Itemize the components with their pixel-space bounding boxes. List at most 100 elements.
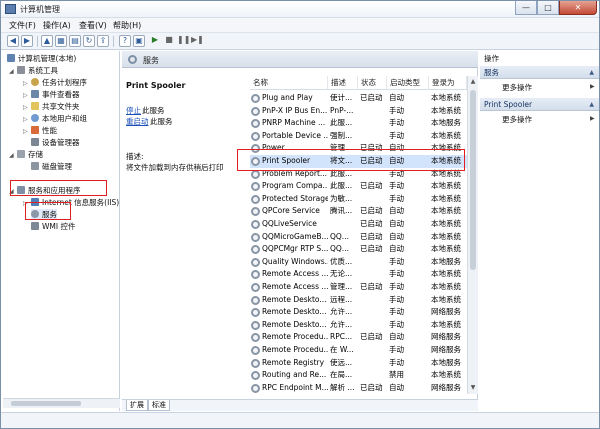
menu-view[interactable]: 查看(V)	[79, 20, 107, 31]
table-row[interactable]: QQMicroGameB... QQ... 已启动 自动 本地系统	[250, 231, 478, 244]
table-row[interactable]: QQPCMgr RTP S... QQ... 已启动 自动 本地系统	[250, 243, 478, 256]
actions-group-services[interactable]: 服务 ▲	[480, 66, 599, 79]
gear-icon	[251, 194, 260, 204]
tree-event-viewer[interactable]: 事件查看器	[31, 89, 80, 100]
stop-service-link[interactable]: 停止	[126, 105, 141, 116]
up-folder-icon[interactable]: ▲	[41, 35, 53, 47]
col-header-startup-type[interactable]: 启动类型	[387, 76, 429, 90]
help-icon[interactable]: ?	[119, 35, 131, 47]
cell-desc: QQ...	[330, 244, 349, 254]
cell-logon: 本地服务	[431, 118, 461, 128]
table-row[interactable]: Routing and Re... 在局... 禁用 本地系统	[250, 369, 478, 382]
scroll-thumb[interactable]	[11, 401, 81, 406]
table-row[interactable]: Protected Storage 为敏... 手动 本地系统	[250, 193, 478, 206]
tree-disk-management[interactable]: 磁盘管理	[31, 161, 72, 172]
back-icon[interactable]: ◀	[7, 35, 19, 47]
menu-action[interactable]: 操作(A)	[43, 20, 71, 31]
table-row[interactable]: PNRP Machine ... 此服... 手动 本地服务	[250, 117, 478, 130]
tree-horizontal-scrollbar[interactable]	[3, 398, 120, 408]
collapse-up-icon[interactable]: ▲	[589, 66, 594, 79]
tree-device-manager[interactable]: 设备管理器	[31, 137, 80, 148]
gear-icon	[251, 94, 260, 103]
col-header-name[interactable]: 名称	[250, 76, 328, 90]
services-vertical-scrollbar[interactable]: ▲ ▼	[467, 76, 478, 394]
tree-performance[interactable]: 性能	[31, 125, 57, 136]
table-row[interactable]: Remote Deskto... 允许... 手动 网络服务	[250, 306, 478, 319]
expand-arrow-icon[interactable]: ▷	[23, 104, 28, 111]
table-row[interactable]: Remote Registry 使远... 手动 本地服务	[250, 357, 478, 370]
tree-local-users[interactable]: 本地用户和组	[31, 113, 87, 124]
col-header-description[interactable]: 描述	[328, 76, 358, 90]
table-row[interactable]: QQLiveService 已启动 自动 本地系统	[250, 218, 478, 231]
restart-service-icon[interactable]: ▶❚	[191, 35, 204, 47]
expand-arrow-icon[interactable]: ▷	[23, 128, 28, 135]
restart-service-link[interactable]: 重启动	[126, 116, 149, 127]
properties-icon[interactable]: ▤	[69, 35, 81, 47]
cell-startup: 手动	[389, 319, 404, 329]
cell-desc: 此服...	[330, 118, 353, 128]
table-row[interactable]: Remote Deskto... 允许... 手动 本地系统	[250, 319, 478, 332]
table-row[interactable]: Plug and Play 使计... 已启动 自动 本地系统	[250, 92, 478, 105]
gear-icon	[251, 207, 260, 217]
table-row[interactable]: QPCore Service 腾讯... 已启动 自动 本地系统	[250, 205, 478, 218]
table-row[interactable]: Remote Procedu... 在 W... 手动 网络服务	[250, 344, 478, 357]
pause-service-icon[interactable]: ❚❚	[177, 35, 190, 47]
collapse-arrow-icon[interactable]: ◢	[9, 152, 14, 159]
minimize-button[interactable]: —	[515, 1, 537, 15]
table-row[interactable]: PnP-X IP Bus En... PnP-... 手动 本地系统	[250, 105, 478, 118]
scroll-thumb[interactable]	[470, 90, 476, 270]
forward-icon[interactable]: ▶	[21, 35, 33, 47]
more-actions-print-spooler[interactable]: 更多操作	[502, 114, 532, 125]
table-row[interactable]: Remote Access ... 无论... 手动 本地系统	[250, 268, 478, 281]
refresh-icon[interactable]: ↻	[83, 35, 95, 47]
cell-desc: 解析 ...	[330, 382, 355, 392]
gear-icon	[251, 346, 260, 355]
menu-help[interactable]: 帮助(H)	[113, 20, 141, 31]
tree-shared-folders[interactable]: 共享文件夹	[31, 101, 80, 112]
cell-name: Remote Registry	[262, 357, 325, 367]
restart-service-text: 此服务	[150, 117, 173, 126]
tree-system-tools[interactable]: 系统工具	[17, 65, 58, 76]
actions-group-print-spooler[interactable]: Print Spooler ▲	[480, 98, 599, 111]
cell-logon: 本地系统	[431, 206, 461, 216]
col-header-logon-as[interactable]: 登录为	[429, 76, 467, 90]
start-service-icon[interactable]: ▶	[149, 35, 161, 47]
table-row[interactable]: Program Compa... 此服... 已启动 手动 本地系统	[250, 180, 478, 193]
show-tree-icon[interactable]: ▦	[55, 35, 67, 47]
close-button[interactable]: ✕	[559, 1, 597, 15]
tree-task-scheduler[interactable]: 任务计划程序	[31, 77, 87, 88]
tree-wmi-control[interactable]: WMI 控件	[31, 221, 75, 232]
maximize-button[interactable]: □	[537, 1, 559, 15]
table-row[interactable]: Remote Procedu... RPC... 已启动 自动 网络服务	[250, 331, 478, 344]
tree-storage[interactable]: 存储	[17, 149, 43, 160]
scroll-down-icon[interactable]: ▼	[469, 384, 477, 392]
cell-desc: 使计...	[330, 93, 353, 102]
tab-standard[interactable]: 标准	[148, 400, 170, 411]
export-icon[interactable]: ⇪	[97, 35, 109, 47]
cell-logon: 本地系统	[431, 130, 461, 140]
more-actions-services[interactable]: 更多操作	[502, 82, 532, 93]
tree-disk-management-label: 磁盘管理	[42, 162, 72, 171]
table-row[interactable]: Remote Deskto... 远程... 手动 本地系统	[250, 294, 478, 307]
expand-arrow-icon[interactable]: ▷	[23, 92, 28, 99]
collapse-up-icon[interactable]: ▲	[589, 98, 594, 111]
expand-arrow-icon[interactable]: ▷	[23, 80, 28, 87]
table-row[interactable]: Quality Windows... 优质... 手动 本地服务	[250, 256, 478, 269]
table-row[interactable]: Portable Device ... 强制... 手动 本地系统	[250, 130, 478, 143]
collapse-arrow-icon[interactable]: ◢	[9, 68, 14, 75]
tab-extended[interactable]: 扩展	[126, 400, 148, 411]
table-row[interactable]: Remote Access ... 管理... 已启动 手动 本地系统	[250, 281, 478, 294]
table-row[interactable]: RPC Endpoint M... 解析 ... 已启动 自动 网络服务	[250, 382, 478, 394]
tree-root[interactable]: 计算机管理(本地)	[7, 53, 76, 64]
cell-logon: 网络服务	[431, 382, 461, 392]
scroll-up-icon[interactable]: ▲	[469, 78, 477, 86]
cell-startup: 自动	[389, 244, 404, 254]
console-icon[interactable]: ▣	[133, 35, 145, 47]
services-table: 名称 描述 状态 启动类型 登录为 Plug and Play 使计... 已启动自…	[250, 76, 478, 394]
services-pane-title: 服务	[143, 56, 159, 65]
stop-service-icon[interactable]: ■	[163, 35, 175, 47]
menu-file[interactable]: 文件(F)	[9, 20, 36, 31]
col-header-status[interactable]: 状态	[358, 76, 387, 90]
cell-logon: 网络服务	[431, 332, 461, 342]
expand-arrow-icon[interactable]: ▷	[23, 116, 28, 123]
